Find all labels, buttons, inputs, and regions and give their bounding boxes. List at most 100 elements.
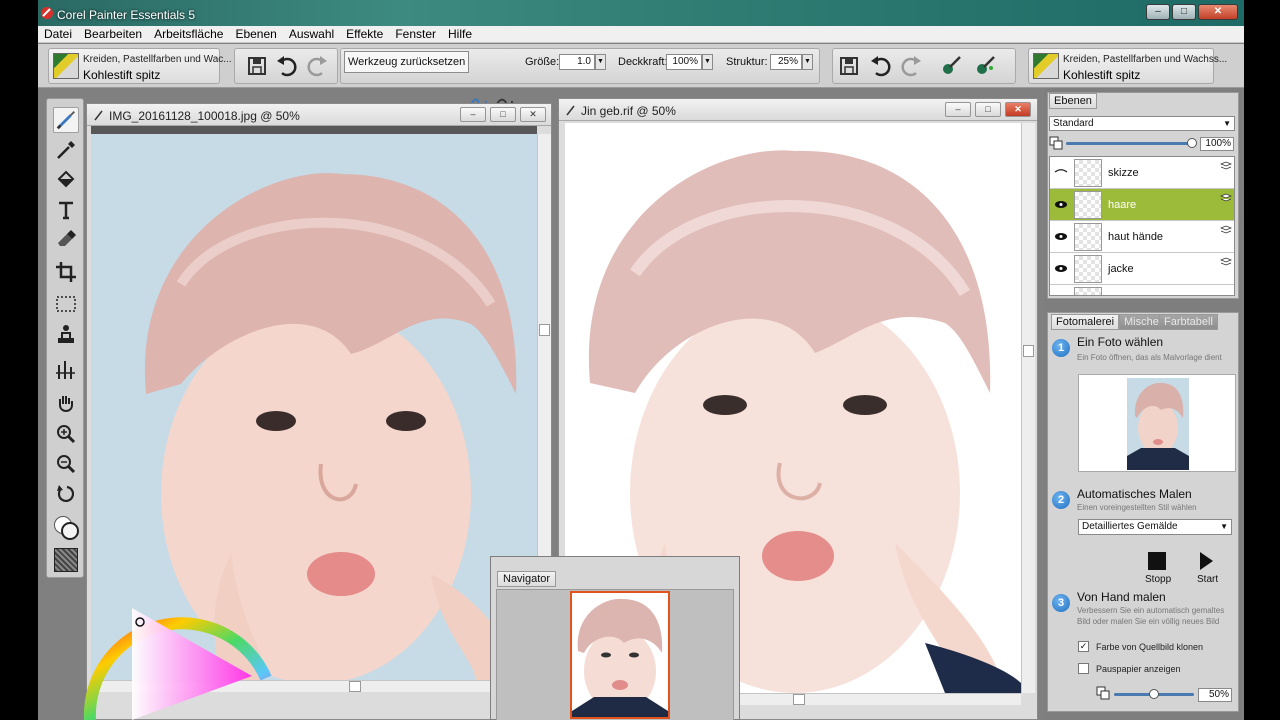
- layer-opacity-slider-knob[interactable]: [1187, 138, 1197, 148]
- paint-bucket-tool-icon[interactable]: [53, 167, 79, 193]
- size-label: Größe:: [525, 56, 560, 68]
- layers-tab[interactable]: Ebenen: [1049, 93, 1097, 109]
- painter-app-window: Corel Painter Essentials 5 – □ ✕ Datei B…: [38, 0, 1244, 720]
- brush-selector[interactable]: Kreiden, Pastellfarben und Wac... Kohles…: [48, 48, 232, 84]
- eraser-tool-icon[interactable]: [53, 225, 79, 251]
- reset-tool-button[interactable]: Werkzeug zurücksetzen: [344, 51, 470, 73]
- start-button[interactable]: [1200, 552, 1213, 570]
- grain-field[interactable]: 25%: [770, 54, 802, 70]
- menu-ebenen[interactable]: Ebenen: [235, 27, 276, 41]
- redo-icon[interactable]: [899, 54, 923, 78]
- eye-hidden-icon[interactable]: [1054, 168, 1068, 177]
- brush-category-label: Kreiden, Pastellfarben und Wac...: [83, 54, 232, 65]
- undo-icon[interactable]: [275, 54, 299, 78]
- source-photo-thumbnail[interactable]: [1078, 374, 1236, 472]
- step-1-title: Ein Foto wählen: [1077, 335, 1164, 349]
- step-3-title: Von Hand malen: [1077, 590, 1166, 604]
- layer-thumbnail: [1074, 191, 1102, 219]
- color-wheel[interactable]: [80, 578, 275, 720]
- layer-list: skizze haare haut hände jacke: [1049, 156, 1235, 296]
- size-dropdown[interactable]: ▼: [595, 54, 606, 70]
- clone-horizontal-scroll-thumb[interactable]: [793, 694, 805, 705]
- auto-painting-style-dropdown[interactable]: Detailliertes Gemälde ▼: [1078, 519, 1232, 535]
- menu-auswahl[interactable]: Auswahl: [289, 27, 334, 41]
- stop-label: Stopp: [1145, 574, 1172, 585]
- opacity-dropdown[interactable]: ▼: [702, 54, 713, 70]
- brush-tool-icon[interactable]: [53, 107, 79, 133]
- source-vertical-scroll-thumb[interactable]: [539, 324, 550, 336]
- minimize-button[interactable]: –: [1146, 4, 1170, 20]
- tab-mische[interactable]: Mische: [1119, 314, 1164, 330]
- layer-row-skizze[interactable]: skizze: [1050, 157, 1234, 189]
- doc-close-button[interactable]: ✕: [1005, 102, 1031, 117]
- doc-minimize-button[interactable]: –: [460, 107, 486, 122]
- menu-effekte[interactable]: Effekte: [346, 27, 383, 41]
- opacity-field[interactable]: 100%: [666, 54, 702, 70]
- layer-opacity-value[interactable]: 100%: [1200, 137, 1234, 151]
- step-1-badge: 1: [1052, 339, 1070, 357]
- zoom-slider-knob[interactable]: [1149, 689, 1159, 699]
- corel-painter-app-icon: [41, 7, 53, 19]
- eye-icon[interactable]: [1054, 232, 1068, 241]
- clone-source-icon[interactable]: [939, 54, 963, 78]
- zoom-value[interactable]: 50%: [1198, 688, 1232, 702]
- navigator-view-frame[interactable]: [570, 591, 670, 719]
- tab-fotomalerei[interactable]: Fotomalerei: [1051, 314, 1120, 330]
- navigator-preview[interactable]: [496, 589, 734, 720]
- eye-icon[interactable]: [1054, 264, 1068, 273]
- zoom-out-icon[interactable]: [53, 451, 79, 477]
- grabber-hand-icon[interactable]: [53, 391, 79, 417]
- menu-hilfe[interactable]: Hilfe: [448, 27, 472, 41]
- clone-vertical-scrollbar[interactable]: [1021, 123, 1035, 693]
- source-horizontal-scroll-thumb[interactable]: [349, 681, 361, 692]
- text-tool-icon[interactable]: [53, 197, 79, 223]
- menu-datei[interactable]: Datei: [44, 27, 72, 41]
- maximize-button[interactable]: □: [1172, 4, 1196, 20]
- save-icon[interactable]: [245, 54, 269, 78]
- menu-fenster[interactable]: Fenster: [395, 27, 436, 41]
- composite-method-dropdown[interactable]: Standard ▼: [1049, 116, 1235, 131]
- clone-stamp-tool-icon[interactable]: [53, 321, 79, 347]
- layer-row-haare[interactable]: haare: [1050, 189, 1234, 221]
- layer-opacity-slider[interactable]: [1066, 142, 1192, 145]
- zoom-in-icon[interactable]: [53, 421, 79, 447]
- layer-stack-icon: [1220, 225, 1232, 234]
- doc-close-button[interactable]: ✕: [520, 107, 546, 122]
- undo-icon[interactable]: [869, 54, 893, 78]
- title-bar: Corel Painter Essentials 5 – □ ✕: [38, 0, 1244, 26]
- rotate-page-icon[interactable]: [53, 481, 79, 507]
- redo-icon[interactable]: [305, 54, 329, 78]
- clone-vertical-scroll-thumb[interactable]: [1023, 345, 1034, 357]
- file-tool-group: [234, 48, 338, 84]
- dropper-tool-icon[interactable]: [53, 137, 79, 163]
- layer-row-partial[interactable]: [1050, 285, 1234, 295]
- eye-icon[interactable]: [1054, 200, 1068, 209]
- layer-row-haut-haende[interactable]: haut hände: [1050, 221, 1234, 253]
- navigator-tab[interactable]: Navigator: [497, 571, 557, 587]
- additional-color-swatch[interactable]: [61, 522, 79, 540]
- save-icon[interactable]: [837, 54, 861, 78]
- clone-brush-icon[interactable]: [973, 54, 997, 78]
- step-2-description: Einen voreingestellten Stil wählen: [1077, 503, 1197, 512]
- menu-bearbeiten[interactable]: Bearbeiten: [84, 27, 142, 41]
- crop-tool-icon[interactable]: [53, 259, 79, 285]
- doc-maximize-button[interactable]: □: [490, 107, 516, 122]
- size-field[interactable]: 1.0: [559, 54, 595, 70]
- clone-color-checkbox[interactable]: ✓: [1078, 641, 1089, 652]
- transform-tool-icon[interactable]: [53, 357, 79, 383]
- close-button[interactable]: ✕: [1198, 4, 1238, 20]
- grain-dropdown[interactable]: ▼: [802, 54, 813, 70]
- doc-minimize-button[interactable]: –: [945, 102, 971, 117]
- step-2-title: Automatisches Malen: [1077, 487, 1192, 501]
- layer-row-jacke[interactable]: jacke: [1050, 253, 1234, 285]
- doc-maximize-button[interactable]: □: [975, 102, 1001, 117]
- rectangle-select-tool-icon[interactable]: [53, 291, 79, 317]
- menu-arbeitsflaeche[interactable]: Arbeitsfläche: [154, 27, 223, 41]
- window-controls: – □ ✕: [1146, 4, 1238, 20]
- source-brush-selector[interactable]: Kreiden, Pastellfarben und Wachss... Koh…: [1028, 48, 1227, 84]
- paper-texture-selector[interactable]: [54, 548, 78, 572]
- tab-farbtabelle[interactable]: Farbtabell: [1159, 314, 1218, 330]
- document-icon: [94, 110, 103, 121]
- tracing-paper-checkbox[interactable]: [1078, 663, 1089, 674]
- stop-button[interactable]: [1148, 552, 1166, 570]
